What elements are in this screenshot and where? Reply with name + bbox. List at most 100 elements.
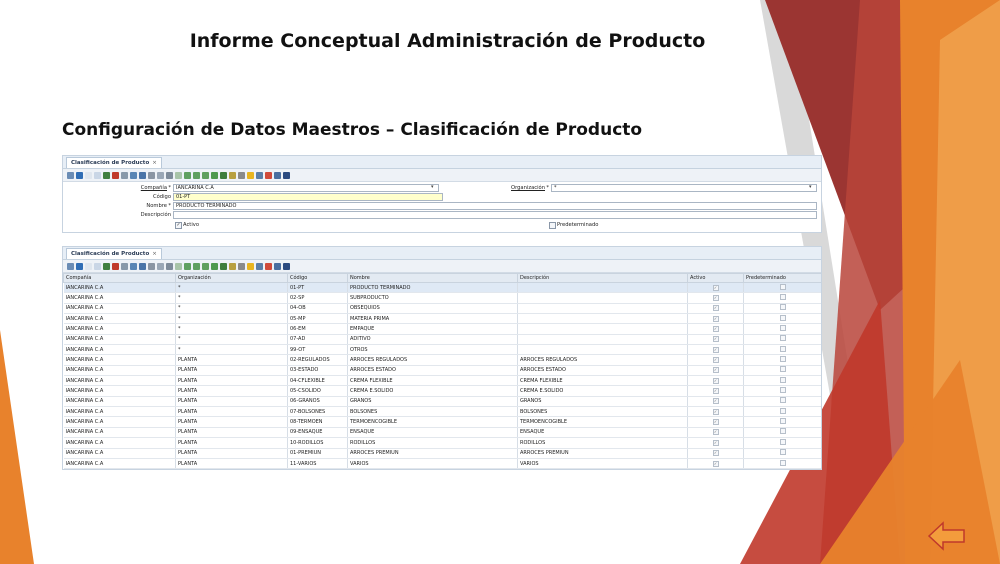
table-row[interactable]: IANCARINA C.A PLANTA 08-TERMOEN TERMOENCOGI…	[63, 416, 821, 428]
active-checkbox[interactable]: ✓	[712, 284, 719, 291]
column-header[interactable]: Activo	[687, 273, 744, 283]
default-checkbox[interactable]	[779, 428, 786, 435]
company-dropdown-icon[interactable]: ▾	[431, 184, 434, 190]
table-row[interactable]: IANCARINA C.A * 99-OT OTROS ✓	[63, 344, 821, 356]
help-icon[interactable]	[76, 262, 83, 270]
new-icon[interactable]	[85, 262, 92, 270]
table-row[interactable]: IANCARINA C.A PLANTA 03-ESTADO ARROCES ESTA…	[63, 365, 821, 377]
company-field[interactable]: IANCARINA C.A	[173, 184, 439, 192]
request-icon[interactable]	[265, 262, 272, 270]
product-icon[interactable]	[274, 262, 281, 270]
lock-icon[interactable]	[247, 262, 254, 270]
default-checkbox[interactable]	[779, 366, 786, 373]
copy-icon[interactable]	[94, 171, 101, 179]
table-row[interactable]: IANCARINA C.A PLANTA 06-GRANOS GRANOS GRANOS…	[63, 396, 821, 408]
exit-icon[interactable]	[283, 171, 290, 179]
active-checkbox[interactable]: ✓	[712, 336, 719, 343]
table-row[interactable]: IANCARINA C.A PLANTA 04-CFLEXIBLE CREMA FLE…	[63, 375, 821, 387]
column-header[interactable]: Nombre	[347, 273, 518, 283]
active-checkbox[interactable]: ✓	[175, 222, 182, 229]
column-header[interactable]: Compañía	[63, 273, 176, 283]
active-checkbox[interactable]: ✓	[712, 326, 719, 333]
next-icon[interactable]	[193, 171, 200, 179]
default-checkbox[interactable]	[779, 449, 786, 456]
first-icon[interactable]	[175, 262, 182, 270]
table-row[interactable]: IANCARINA C.A PLANTA 02-REGULADOS ARROCES R…	[63, 354, 821, 366]
table-row[interactable]: IANCARINA C.A * 01-PT PRODUCTO TERMINADO ✓	[63, 282, 821, 294]
last-icon[interactable]	[202, 262, 209, 270]
organization-dropdown-icon[interactable]: ▾	[809, 184, 812, 190]
request-icon[interactable]	[265, 171, 272, 179]
active-checkbox[interactable]: ✓	[712, 305, 719, 312]
lock-icon[interactable]	[247, 171, 254, 179]
nav-icon[interactable]	[67, 262, 74, 270]
default-checkbox[interactable]	[779, 283, 786, 290]
default-checkbox[interactable]	[779, 418, 786, 425]
active-checkbox[interactable]: ✓	[712, 439, 719, 446]
zoom-icon[interactable]	[256, 171, 263, 179]
history-icon[interactable]	[166, 171, 173, 179]
active-checkbox[interactable]: ✓	[712, 377, 719, 384]
prev-icon[interactable]	[184, 262, 191, 270]
table-row[interactable]: IANCARINA C.A * 07-AD ADITIVO ✓	[63, 334, 821, 346]
default-checkbox[interactable]	[779, 304, 786, 311]
active-checkbox[interactable]: ✓	[712, 295, 719, 302]
column-header[interactable]: Código	[287, 273, 348, 283]
delete-icon[interactable]	[112, 171, 119, 179]
delete-icon[interactable]	[112, 262, 119, 270]
table-row[interactable]: IANCARINA C.A PLANTA 01-PREMIUN ARROCES PRE…	[63, 448, 821, 459]
find-icon[interactable]	[139, 262, 146, 270]
active-checkbox[interactable]: ✓	[712, 367, 719, 374]
active-checkbox[interactable]: ✓	[712, 357, 719, 364]
nav-icon[interactable]	[67, 171, 74, 179]
new-icon[interactable]	[85, 171, 92, 179]
archive-icon[interactable]	[238, 262, 245, 270]
table-row[interactable]: IANCARINA C.A * 02-SP SUBPRODUCTO ✓	[63, 292, 821, 304]
zoom-icon[interactable]	[256, 262, 263, 270]
detail-icon[interactable]	[220, 262, 227, 270]
find-icon[interactable]	[139, 171, 146, 179]
print-icon[interactable]	[121, 262, 128, 270]
exit-icon[interactable]	[283, 262, 290, 270]
save-icon[interactable]	[103, 262, 110, 270]
tab-close-icon[interactable]: ×	[152, 251, 157, 257]
attach-icon[interactable]	[148, 262, 155, 270]
chat-icon[interactable]	[157, 171, 164, 179]
column-header[interactable]: Predeterminado	[743, 273, 821, 283]
active-checkbox[interactable]: ✓	[712, 419, 719, 426]
active-checkbox[interactable]: ✓	[712, 398, 719, 405]
default-checkbox[interactable]	[779, 345, 786, 352]
table-row[interactable]: IANCARINA C.A * 05-MP MATERIA PRIMA ✓	[63, 313, 821, 325]
active-checkbox[interactable]: ✓	[712, 460, 719, 467]
print-icon[interactable]	[121, 171, 128, 179]
description-field[interactable]	[173, 211, 817, 219]
default-checkbox[interactable]	[779, 459, 786, 466]
default-checkbox[interactable]	[779, 335, 786, 342]
help-icon[interactable]	[76, 171, 83, 179]
last-icon[interactable]	[202, 171, 209, 179]
active-checkbox[interactable]: ✓	[712, 429, 719, 436]
default-checkbox[interactable]	[779, 325, 786, 332]
default-checkbox[interactable]	[549, 222, 556, 229]
next-icon[interactable]	[193, 262, 200, 270]
default-checkbox[interactable]	[779, 314, 786, 321]
tab-close-icon[interactable]: ×	[152, 160, 157, 166]
save-icon[interactable]	[103, 171, 110, 179]
tab-clasificacion-form[interactable]: Clasificación de Producto ×	[66, 157, 162, 168]
report-icon[interactable]	[229, 262, 236, 270]
active-checkbox[interactable]: ✓	[712, 450, 719, 457]
back-arrow-icon[interactable]	[927, 520, 967, 552]
parent-icon[interactable]	[211, 171, 218, 179]
active-checkbox[interactable]: ✓	[712, 346, 719, 353]
default-checkbox[interactable]	[779, 407, 786, 414]
table-row[interactable]: IANCARINA C.A * 06-EM EMPAQUE ✓	[63, 323, 821, 335]
attach-icon[interactable]	[148, 171, 155, 179]
prev-icon[interactable]	[184, 171, 191, 179]
default-checkbox[interactable]	[779, 356, 786, 363]
archive-icon[interactable]	[238, 171, 245, 179]
product-icon[interactable]	[274, 171, 281, 179]
name-field[interactable]: PRODUCTO TERMINADO	[173, 202, 817, 210]
chat-icon[interactable]	[157, 262, 164, 270]
refresh-icon[interactable]	[130, 262, 137, 270]
tab-clasificacion-grid[interactable]: Clasificación de Producto ×	[66, 248, 162, 259]
